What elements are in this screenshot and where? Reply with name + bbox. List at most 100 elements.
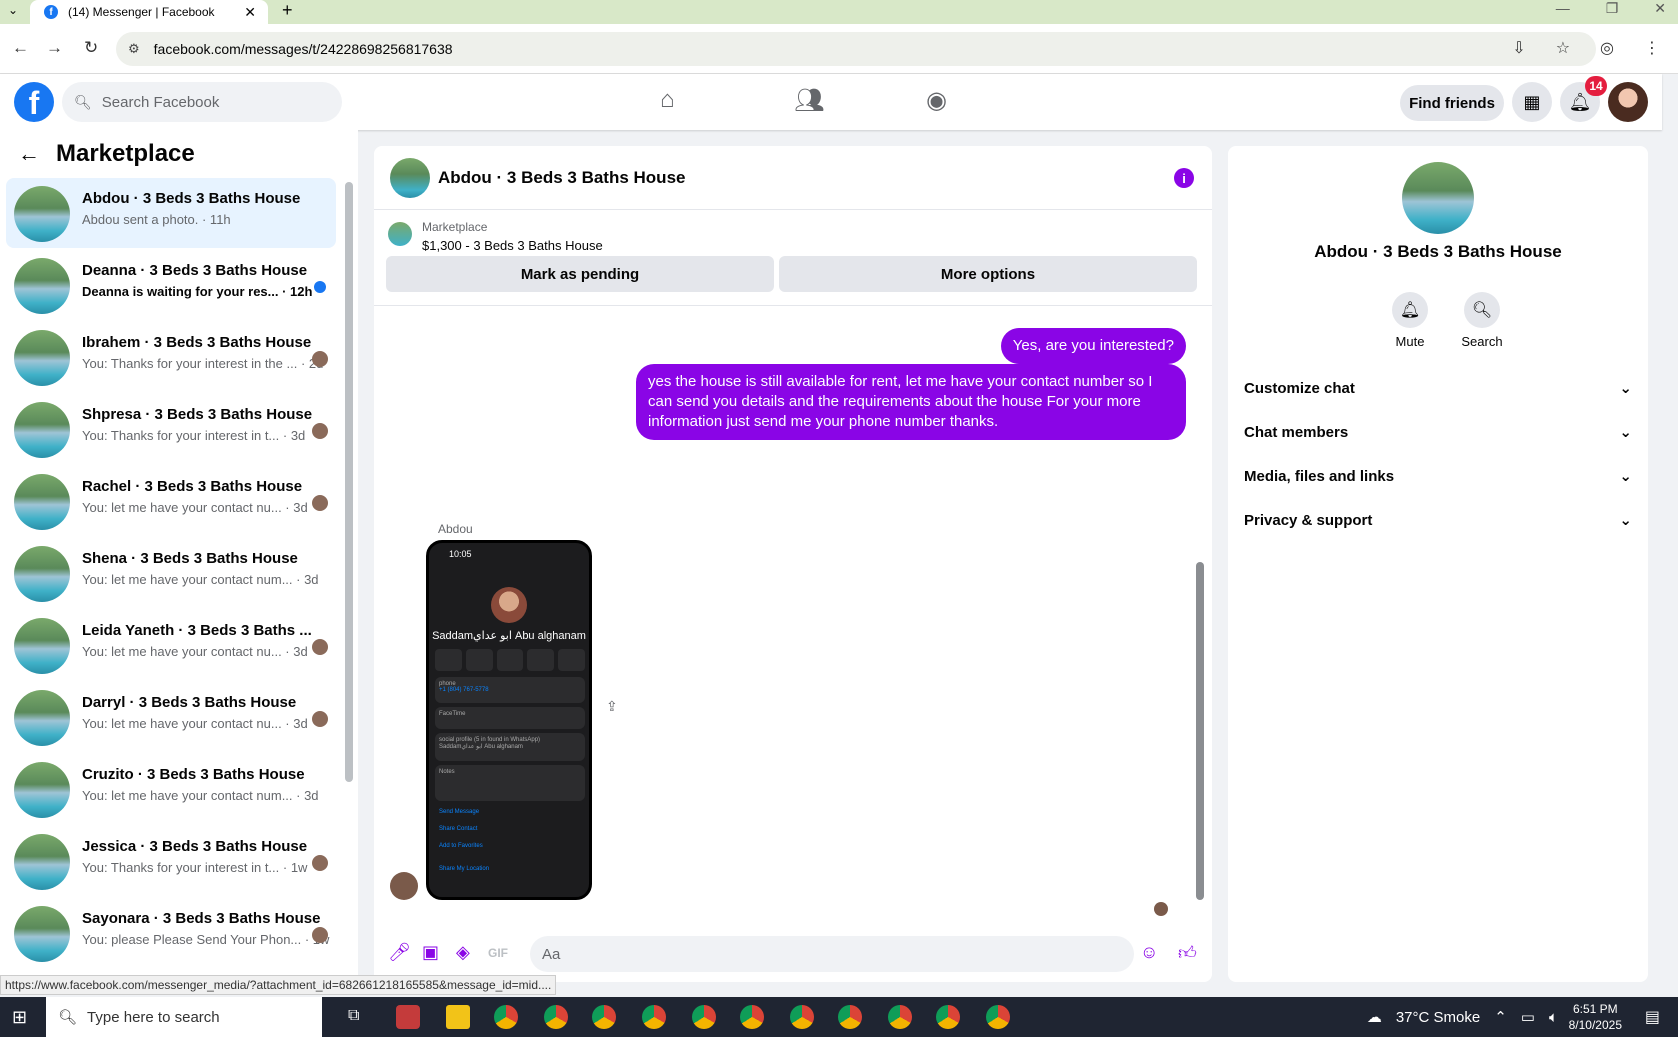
task-view-icon[interactable]: ⧉ [348, 1007, 359, 1025]
minimize-icon[interactable]: — [1556, 0, 1570, 17]
chrome-icon[interactable] [936, 1005, 960, 1029]
volume-icon[interactable]: 🔈︎ [1549, 1009, 1558, 1026]
conversation-item[interactable]: Deanna · 3 Beds 3 Baths House Deanna is w… [6, 250, 336, 320]
chat-scrollbar[interactable] [1196, 562, 1204, 900]
listing-price[interactable]: $1,300 - 3 Beds 3 Baths House [422, 238, 603, 253]
message-input[interactable]: Aa [530, 936, 1134, 972]
emoji-icon[interactable]: ☺ [1140, 942, 1158, 963]
weather-icon[interactable]: ☁ [1367, 1008, 1382, 1026]
outgoing-message[interactable]: yes the house is still available for ren… [636, 364, 1186, 440]
chat-members-row[interactable]: Chat members ⌄ [1244, 412, 1632, 452]
chrome-icon[interactable] [888, 1005, 912, 1029]
chat-title[interactable]: Abdou · 3 Beds 3 Baths House [438, 168, 685, 188]
taskbar-clock[interactable]: 6:51 PM 8/10/2025 [1569, 1001, 1622, 1033]
chrome-icon[interactable] [986, 1005, 1010, 1029]
chrome-icon[interactable] [642, 1005, 666, 1029]
find-friends-button[interactable]: Find friends [1400, 85, 1504, 121]
browser-menu-icon[interactable]: ⋮ [1644, 38, 1660, 58]
mute-button[interactable]: 🔔︎ Mute [1380, 292, 1440, 349]
back-icon[interactable]: ← [12, 38, 29, 58]
home-icon[interactable]: ⌂ [660, 86, 675, 114]
conversation-item[interactable]: Leida Yaneth · 3 Beds 3 Baths ... You: le… [6, 610, 336, 680]
network-icon[interactable]: ▭ [1521, 1008, 1535, 1026]
more-options-button[interactable]: More options [779, 256, 1197, 292]
windows-start-icon[interactable]: ⊞ [12, 1007, 27, 1028]
new-tab-icon[interactable]: + [282, 0, 293, 21]
gif-icon[interactable]: GIF [488, 946, 508, 960]
taskbar-search[interactable]: 🔍︎ Type here to search [46, 997, 322, 1037]
info-icon[interactable]: i [1174, 168, 1194, 188]
taskbar-app-icon[interactable] [396, 1005, 420, 1029]
conversation-name: Rachel · 3 Beds 3 Baths House [82, 478, 303, 495]
conversation-name: Deanna · 3 Beds 3 Baths House [82, 262, 308, 279]
conversation-item[interactable]: Shpresa · 3 Beds 3 Baths House You: Thank… [6, 394, 336, 464]
section-label: Chat members [1244, 423, 1349, 441]
media-files-links-row[interactable]: Media, files and links ⌄ [1244, 456, 1632, 496]
chrome-icon[interactable] [838, 1005, 862, 1029]
window-close-icon[interactable]: ✕ [1654, 0, 1666, 17]
menu-grid-icon[interactable]: ▦ [1512, 82, 1552, 122]
search-button[interactable]: 🔍︎ Search [1452, 292, 1512, 349]
back-arrow-icon[interactable]: ← [18, 141, 40, 167]
photo-icon[interactable]: ▣ [422, 942, 439, 963]
microphone-icon[interactable]: 🎤︎ [388, 942, 411, 963]
conversation-item[interactable]: Jessica · 3 Beds 3 Baths House You: Thank… [6, 826, 336, 896]
sticker-icon[interactable]: ◈ [456, 942, 470, 963]
bookmark-star-icon[interactable]: ☆ [1556, 38, 1570, 58]
photo-attachment[interactable]: 10:05 Saddamابو عداي Abu alghanam phone … [426, 540, 592, 900]
profile-icon[interactable]: ◎ [1600, 38, 1614, 58]
forward-icon[interactable]: → [46, 38, 63, 58]
tab-close-icon[interactable]: ✕ [244, 4, 256, 21]
attachment-action [496, 649, 524, 671]
sidebar-scrollbar[interactable] [345, 182, 353, 782]
url-field[interactable]: ⚙ facebook.com/messages/t/24228698256817… [116, 32, 1596, 66]
mark-as-pending-button[interactable]: Mark as pending [386, 256, 774, 292]
restore-icon[interactable]: ❐ [1606, 0, 1619, 17]
attachment-social-card: social profile (5 in found in WhatsApp) … [435, 733, 585, 761]
weather-text[interactable]: 37°C Smoke [1396, 1009, 1480, 1026]
browser-tab[interactable]: f (14) Messenger | Facebook ✕ [30, 0, 268, 24]
chrome-icon[interactable] [494, 1005, 518, 1029]
facebook-search-input[interactable]: 🔍︎ Search Facebook [62, 82, 342, 122]
customize-chat-row[interactable]: Customize chat ⌄ [1244, 368, 1632, 408]
listing-thumbnail[interactable] [388, 222, 412, 246]
share-icon[interactable]: ⇪ [606, 698, 618, 715]
outgoing-message[interactable]: Yes, are you interested? [1000, 328, 1186, 364]
conversation-item[interactable]: Rachel · 3 Beds 3 Baths House You: let me… [6, 466, 336, 536]
install-app-icon[interactable]: ⇩ [1512, 38, 1525, 58]
facebook-logo-icon[interactable]: f [14, 82, 54, 122]
info-thumbnail[interactable] [1402, 162, 1474, 234]
conversation-item[interactable]: Ibrahem · 3 Beds 3 Baths House You: Thank… [6, 322, 336, 392]
reload-icon[interactable]: ↻ [84, 38, 98, 58]
conversation-name: Sayonara · 3 Beds 3 Baths House [82, 910, 321, 927]
window-controls: — ❐ ✕ [1556, 0, 1666, 17]
chrome-icon[interactable] [692, 1005, 716, 1029]
sticky-notes-icon[interactable] [446, 1005, 470, 1029]
conversation-item[interactable]: Darryl · 3 Beds 3 Baths House You: let me… [6, 682, 336, 752]
bell-icon: 🔔︎ [1392, 292, 1428, 328]
like-thumb-icon[interactable]: 👍︎ [1178, 942, 1197, 964]
conversation-item[interactable]: Abdou · 3 Beds 3 Baths House Abdou sent a… [6, 178, 336, 248]
sidebar-header: ← Marketplace [18, 140, 195, 168]
conversation-thumbnail [14, 258, 70, 314]
attachment-facetime-card: FaceTime [435, 707, 585, 729]
attachment-send-message: Send Message [439, 809, 480, 815]
chrome-icon[interactable] [740, 1005, 764, 1029]
notification-center-icon[interactable]: ▤ [1645, 1007, 1660, 1027]
chrome-icon[interactable] [592, 1005, 616, 1029]
friends-icon[interactable]: 👥︎ [794, 86, 824, 115]
privacy-support-row[interactable]: Privacy & support ⌄ [1244, 500, 1632, 540]
sender-avatar[interactable] [390, 872, 418, 900]
groups-icon[interactable]: ◉ [926, 86, 947, 115]
account-avatar[interactable] [1608, 82, 1648, 122]
conversation-item[interactable]: Sayonara · 3 Beds 3 Baths House You: plea… [6, 898, 336, 968]
conversation-item[interactable]: Shena · 3 Beds 3 Baths House You: let me … [6, 538, 336, 608]
chat-thumbnail[interactable] [390, 158, 430, 198]
conversation-item[interactable]: Cruzito · 3 Beds 3 Baths House You: let m… [6, 754, 336, 824]
chrome-icon[interactable] [790, 1005, 814, 1029]
chrome-icon[interactable] [544, 1005, 568, 1029]
attachment-action [527, 649, 555, 671]
site-info-icon[interactable]: ⚙ [128, 41, 140, 57]
tray-chevron-icon[interactable]: ⌃ [1494, 1008, 1507, 1026]
tab-list-chevron-icon[interactable]: ⌄ [8, 3, 18, 17]
